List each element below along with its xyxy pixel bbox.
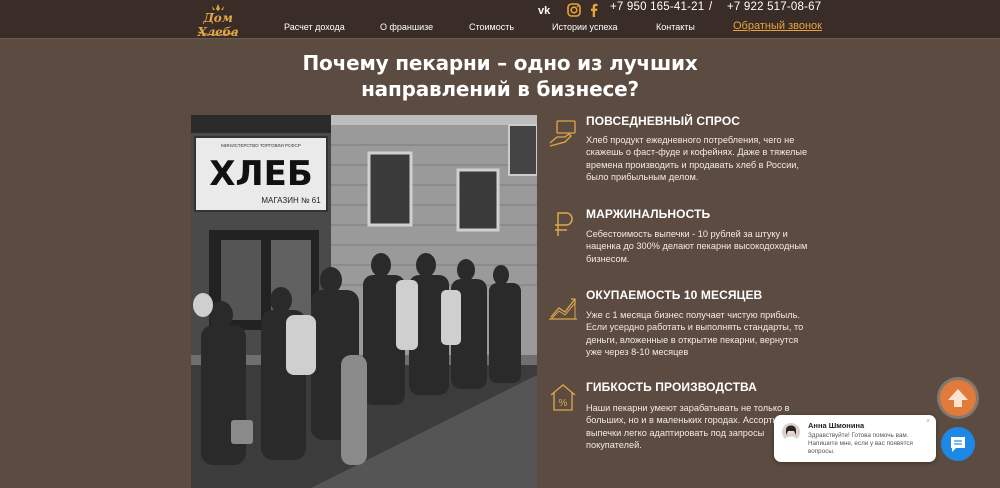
feature-text-margin: Себестоимость выпечки - 10 рублей за шту…	[586, 229, 808, 264]
feature-title-flexibility: ГИБКОСТЬ ПРОИЗВОДСТВА	[586, 380, 757, 394]
feature-title-demand: ПОВСЕДНЕВНЫЙ СПРОС	[586, 114, 741, 128]
scroll-up-button[interactable]	[940, 380, 976, 416]
phone-1[interactable]: +7 950 165-41-21	[610, 1, 704, 13]
chat-popup[interactable]: Анна Шмонина Здравствуйте! Готова помочь…	[774, 415, 936, 462]
chat-agent-name: Анна Шмонина	[808, 421, 865, 430]
feature-text-payback: Уже с 1 месяца бизнес получает чистую пр…	[586, 310, 804, 357]
percent-house-icon: %	[550, 384, 576, 411]
feature-title-margin: МАРЖИНАЛЬНОСТЬ	[586, 207, 711, 221]
hand-card-icon	[549, 120, 576, 147]
instagram-icon[interactable]	[566, 2, 582, 18]
nav-stories[interactable]: Истории успеха	[552, 22, 618, 32]
sign-sub: МАГАЗИН № 61	[261, 196, 321, 205]
avatar	[782, 423, 800, 441]
chat-close-icon[interactable]: ×	[926, 418, 930, 425]
callback-link[interactable]: Обратный звонок	[733, 20, 822, 32]
section-title: Почему пекарни – одно из лучших направле…	[302, 51, 698, 101]
feature-title-payback: ОКУПАЕМОСТЬ 10 МЕСЯЦЕВ	[586, 288, 763, 302]
chat-icon	[951, 437, 965, 452]
growth-chart-icon	[549, 298, 577, 320]
phone-2[interactable]: +7 922 517-08-67	[727, 1, 821, 13]
nav-franchise[interactable]: О франшизе	[380, 22, 433, 32]
facebook-icon[interactable]	[586, 2, 602, 18]
sign-top: МИНИСТЕРСТВО ТОРГОВЛИ РСФСР	[221, 143, 301, 148]
logo-text: Дом Хлеба	[197, 11, 239, 39]
bread-queue-photo: МИНИСТЕРСТВО ТОРГОВЛИ РСФСР ХЛЕБ МАГАЗИН…	[191, 115, 537, 488]
site-header: Дом Хлеба Расчет дохода О франшизе Стоим…	[0, 0, 1000, 39]
chat-open-button[interactable]	[941, 427, 975, 461]
feature-text-demand: Хлеб продукт ежедневного потребления, че…	[586, 135, 808, 182]
ruble-icon	[555, 212, 573, 236]
vk-icon[interactable]: vk	[538, 2, 554, 18]
svg-text:%: %	[559, 398, 568, 409]
nav-contacts[interactable]: Контакты	[656, 22, 695, 32]
sign-main: ХЛЕБ	[209, 154, 313, 194]
svg-text:vk: vk	[538, 5, 551, 17]
nav-price[interactable]: Стоимость	[469, 22, 514, 32]
chat-message: Здравствуйте! Готова помочь вам. Напишит…	[808, 432, 913, 455]
nav-income[interactable]: Расчет дохода	[284, 22, 345, 32]
phone-separator: /	[709, 1, 713, 13]
arrow-up-icon	[948, 389, 968, 407]
logo[interactable]: Дом Хлеба	[190, 2, 246, 39]
